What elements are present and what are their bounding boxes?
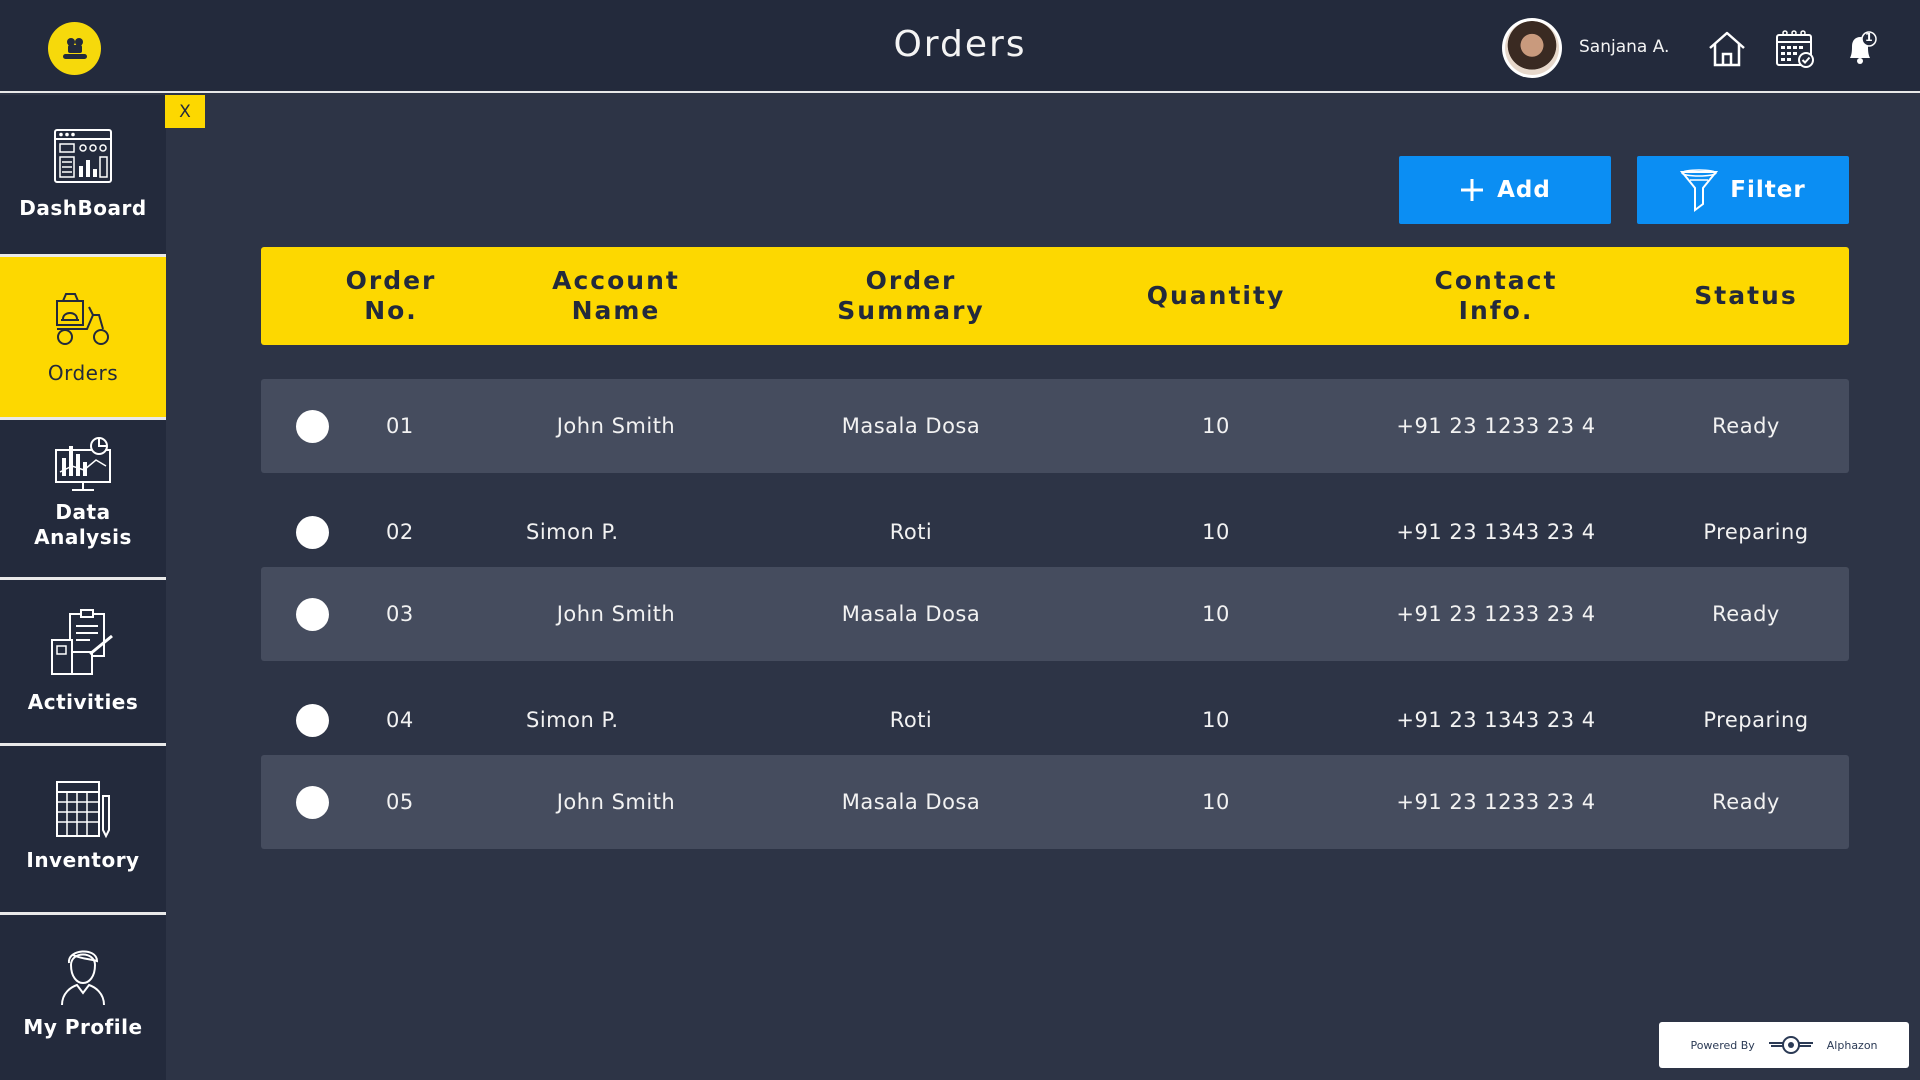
column-header-contact-info[interactable]: Contact Info. bbox=[1411, 247, 1581, 345]
cell-contact-info: +91 23 1233 23 4 bbox=[1396, 790, 1596, 814]
column-header-order-summary[interactable]: Order Summary bbox=[821, 247, 1001, 345]
row-select-radio[interactable] bbox=[296, 410, 329, 443]
sidebar-item-inventory[interactable]: Inventory bbox=[0, 746, 166, 906]
filter-button[interactable]: Filter bbox=[1637, 156, 1849, 224]
cell-status: Ready bbox=[1712, 790, 1780, 814]
row-select-radio[interactable] bbox=[296, 786, 329, 819]
cell-order-summary: Roti bbox=[889, 708, 933, 732]
row-select-radio[interactable] bbox=[296, 704, 329, 737]
powered-by-badge[interactable]: Powered By Alphazon bbox=[1659, 1022, 1909, 1068]
table-header: Order No. Account Name Order Summary Qua… bbox=[261, 247, 1849, 345]
add-button-label: Add bbox=[1497, 177, 1551, 203]
cell-order-no: 05 bbox=[386, 790, 414, 814]
cell-order-no: 01 bbox=[386, 414, 414, 438]
cell-order-no: 03 bbox=[386, 602, 414, 626]
sidebar-item-label: Activities bbox=[27, 690, 139, 714]
cell-quantity: 10 bbox=[1202, 520, 1230, 544]
cell-order-summary: Masala Dosa bbox=[841, 790, 981, 814]
plus-icon bbox=[1461, 179, 1484, 201]
sidebar-item-label: DashBoard bbox=[19, 196, 147, 220]
cell-quantity: 10 bbox=[1202, 414, 1230, 438]
sidebar-item-my-profile[interactable]: My Profile bbox=[0, 915, 166, 1080]
cell-account-name: John Smith bbox=[556, 602, 676, 626]
calendar-icon[interactable] bbox=[1774, 28, 1816, 70]
data-analysis-icon bbox=[55, 437, 111, 491]
sidebar-item-data-analysis[interactable]: Data Analysis bbox=[0, 420, 166, 577]
sidebar-item-dashboard[interactable]: DashBoard bbox=[0, 95, 166, 255]
sidebar-item-orders[interactable]: Orders bbox=[0, 257, 166, 417]
sidebar-item-activities[interactable]: Activities bbox=[0, 580, 166, 743]
sidebar-item-label: Orders bbox=[47, 361, 119, 385]
filter-button-label: Filter bbox=[1730, 177, 1806, 203]
inventory-sheet-icon bbox=[56, 781, 110, 838]
cell-status: Preparing bbox=[1703, 520, 1809, 544]
add-button[interactable]: Add bbox=[1399, 156, 1611, 224]
funnel-filter-icon bbox=[1680, 169, 1719, 212]
powered-by-label: Powered By bbox=[1690, 1038, 1755, 1052]
notification-bell[interactable]: 1 bbox=[1840, 28, 1882, 70]
cell-order-no: 02 bbox=[386, 520, 414, 544]
sidebar: DashBoard Orders Data Analysis Activitie… bbox=[0, 95, 166, 1080]
winged-brand-logo-icon bbox=[1768, 1036, 1813, 1054]
sidebar-item-label: My Profile bbox=[23, 1015, 143, 1039]
cell-contact-info: +91 23 1233 23 4 bbox=[1396, 602, 1596, 626]
notification-count: 1 bbox=[1865, 31, 1873, 44]
row-select-radio[interactable] bbox=[296, 516, 329, 549]
brand-name: Alphazon bbox=[1826, 1038, 1878, 1052]
table-row[interactable]: 05 John Smith Masala Dosa 10 +91 23 1233… bbox=[261, 755, 1849, 849]
cell-account-name: John Smith bbox=[556, 790, 676, 814]
table-row[interactable]: 04 Simon P. Roti 10 +91 23 1343 23 4 Pre… bbox=[261, 673, 1849, 767]
cell-account-name: John Smith bbox=[556, 414, 676, 438]
cell-contact-info: +91 23 1343 23 4 bbox=[1396, 708, 1596, 732]
column-header-order-no[interactable]: Order No. bbox=[321, 247, 461, 345]
column-header-quantity[interactable]: Quantity bbox=[1121, 247, 1311, 345]
table-row[interactable]: 02 Simon P. Roti 10 +91 23 1343 23 4 Pre… bbox=[261, 485, 1849, 579]
bell-icon bbox=[1850, 31, 1877, 64]
cell-order-summary: Masala Dosa bbox=[841, 602, 981, 626]
cell-quantity: 10 bbox=[1202, 602, 1230, 626]
cell-quantity: 10 bbox=[1202, 708, 1230, 732]
cell-order-summary: Masala Dosa bbox=[841, 414, 981, 438]
cell-status: Ready bbox=[1712, 414, 1780, 438]
dashboard-icon bbox=[54, 129, 112, 183]
sidebar-item-label: Data Analysis bbox=[34, 500, 132, 549]
top-header: Orders Sanjana A. 1 bbox=[0, 0, 1920, 93]
column-header-account-name[interactable]: Account Name bbox=[531, 247, 701, 345]
table-row[interactable]: 03 John Smith Masala Dosa 10 +91 23 1233… bbox=[261, 567, 1849, 661]
clipboard-activities-icon bbox=[51, 609, 113, 675]
profile-icon bbox=[61, 950, 105, 1006]
cell-account-name: Simon P. bbox=[526, 520, 619, 544]
sidebar-close-button[interactable]: X bbox=[165, 95, 205, 128]
cell-quantity: 10 bbox=[1202, 790, 1230, 814]
row-select-radio[interactable] bbox=[296, 598, 329, 631]
avatar[interactable] bbox=[1502, 18, 1562, 78]
cell-status: Ready bbox=[1712, 602, 1780, 626]
table-row[interactable]: 01 John Smith Masala Dosa 10 +91 23 1233… bbox=[261, 379, 1849, 473]
user-name[interactable]: Sanjana A. bbox=[1579, 37, 1669, 57]
cell-order-summary: Roti bbox=[889, 520, 933, 544]
delivery-scooter-icon bbox=[56, 293, 109, 345]
cell-order-no: 04 bbox=[386, 708, 414, 732]
cell-contact-info: +91 23 1343 23 4 bbox=[1396, 520, 1596, 544]
home-icon[interactable] bbox=[1706, 28, 1748, 70]
cell-account-name: Simon P. bbox=[526, 708, 619, 732]
cell-status: Preparing bbox=[1703, 708, 1809, 732]
column-header-status[interactable]: Status bbox=[1681, 247, 1811, 345]
cell-contact-info: +91 23 1233 23 4 bbox=[1396, 414, 1596, 438]
sidebar-item-label: Inventory bbox=[26, 848, 140, 872]
